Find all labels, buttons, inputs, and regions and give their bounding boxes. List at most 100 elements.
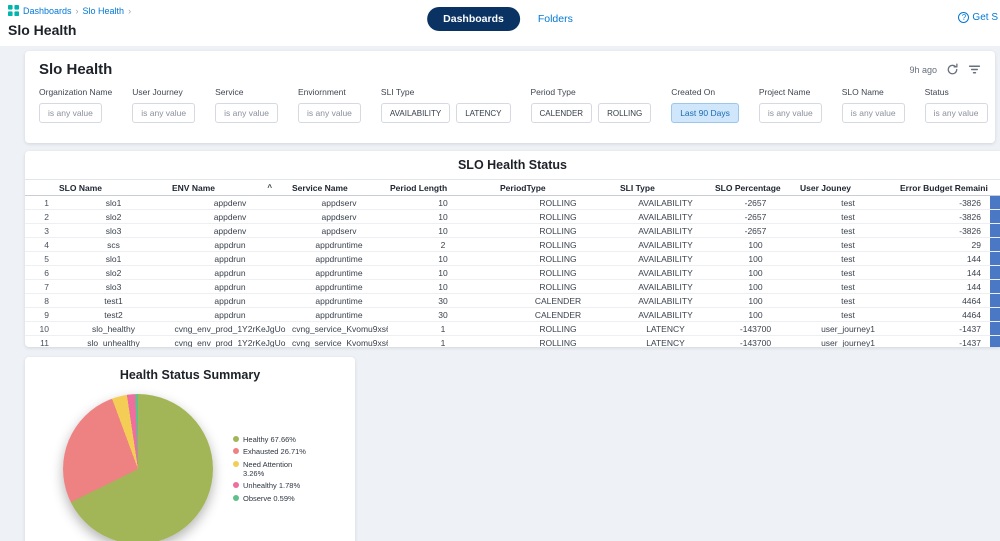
filter-value-user-journey[interactable]: is any value: [132, 103, 195, 123]
legend-label: Need Attention 3.26%: [243, 460, 313, 479]
app: Dashboards › Slo Health › Slo Health Das…: [0, 0, 1000, 541]
cell-period-length: 10: [388, 280, 498, 294]
cell-error-budget-remaining: -3826: [898, 224, 988, 238]
cell-service-name: cvng_service_Kvomu9xs6c: [290, 322, 388, 336]
cell-service-name: appdruntime: [290, 238, 388, 252]
row-indicator: [990, 294, 1000, 307]
cell-sli-type: AVAILABILITY: [618, 252, 713, 266]
filter-value-enviornment[interactable]: is any value: [298, 103, 361, 123]
row-number: 2: [25, 210, 57, 224]
legend-swatch: [233, 495, 239, 501]
column-header-service-name[interactable]: Service Name: [290, 180, 388, 196]
row-number: 10: [25, 322, 57, 336]
column-header-slo-percentage[interactable]: SLO Percentage: [713, 180, 798, 196]
cell-error-budget-remaining: 144: [898, 266, 988, 280]
cell-periodtype: ROLLING: [498, 238, 618, 252]
tab-folders[interactable]: Folders: [538, 13, 573, 25]
cell-user-jouney: test: [798, 266, 898, 280]
filter-value-created-on[interactable]: Last 90 Days: [671, 103, 739, 123]
cell-env-name: appdrun: [170, 266, 290, 280]
row-indicator-cell: [988, 308, 1000, 322]
cell-periodtype: ROLLING: [498, 280, 618, 294]
breadcrumb-slo-health[interactable]: Slo Health: [83, 6, 125, 16]
row-number: 8: [25, 294, 57, 308]
column-header-slo-name[interactable]: SLO Name: [57, 180, 170, 196]
dashboards-grid-icon[interactable]: [8, 5, 19, 16]
cell-user-jouney: test: [798, 238, 898, 252]
breadcrumb: Dashboards › Slo Health ›: [8, 5, 131, 16]
legend-label: Observe 0.59%: [243, 494, 295, 503]
cell-service-name: appdruntime: [290, 294, 388, 308]
question-icon: ?: [958, 12, 969, 23]
table-header: SLO NameENV Name^Service NamePeriod Leng…: [25, 180, 1000, 196]
cell-period-length: 10: [388, 210, 498, 224]
table-header-row: SLO NameENV Name^Service NamePeriod Leng…: [25, 180, 1000, 196]
cell-user-jouney: test: [798, 280, 898, 294]
column-header-user-jouney[interactable]: User Jouney: [798, 180, 898, 196]
filter-value-project-name[interactable]: is any value: [759, 103, 822, 123]
cell-env-name: appdrun: [170, 294, 290, 308]
cell-env-name: appdrun: [170, 252, 290, 266]
cell-periodtype: ROLLING: [498, 336, 618, 348]
row-indicator-cell: [988, 210, 1000, 224]
cell-error-budget-remaining: 144: [898, 252, 988, 266]
cell-error-budget-remaining: -3826: [898, 210, 988, 224]
cell-service-name: cvng_service_Kvomu9xs6c: [290, 336, 388, 348]
filter-option-rolling[interactable]: ROLLING: [598, 103, 651, 123]
column-header-env-name[interactable]: ENV Name^: [170, 180, 290, 196]
filter-option-availability[interactable]: AVAILABILITY: [381, 103, 450, 123]
cell-slo-name: slo3: [57, 224, 170, 238]
health-summary-panel: Health Status Summary Healthy 67.66%Exha…: [25, 357, 355, 541]
refresh-icon[interactable]: [946, 63, 959, 76]
row-number: 11: [25, 336, 57, 348]
pie-chart[interactable]: [63, 394, 213, 541]
cell-periodtype: ROLLING: [498, 266, 618, 280]
tab-dashboards[interactable]: Dashboards: [427, 7, 520, 31]
cell-slo-percentage: 100: [713, 280, 798, 294]
table-title: SLO Health Status: [25, 158, 1000, 172]
cell-error-budget-remaining: 144: [898, 280, 988, 294]
cell-service-name: appdserv: [290, 196, 388, 210]
filter-value-organization-name[interactable]: is any value: [39, 103, 102, 123]
slo-health-table: SLO NameENV Name^Service NamePeriod Leng…: [25, 179, 1000, 347]
cell-slo-percentage: -143700: [713, 322, 798, 336]
cell-error-budget-remaining: 29: [898, 238, 988, 252]
cell-sli-type: AVAILABILITY: [618, 266, 713, 280]
dashboard-content: Slo Health 9h ago Organization Nameis an…: [0, 46, 1000, 541]
sort-asc-icon: ^: [267, 183, 272, 192]
filter-value-service[interactable]: is any value: [215, 103, 278, 123]
filter-enviornment: Enviornmentis any value: [298, 87, 361, 123]
filter-period-type: Period TypeCALENDERROLLING: [531, 87, 652, 123]
filter-icon[interactable]: [968, 63, 981, 76]
cell-user-jouney: user_journey1: [798, 322, 898, 336]
filter-value-slo-name[interactable]: is any value: [842, 103, 905, 123]
cell-sli-type: AVAILABILITY: [618, 210, 713, 224]
column-header-period-length[interactable]: Period Length: [388, 180, 498, 196]
breadcrumb-dashboards[interactable]: Dashboards: [23, 6, 72, 16]
cell-slo-name: slo_unhealthy: [57, 336, 170, 348]
cell-period-length: 10: [388, 266, 498, 280]
column-header-sli-type[interactable]: SLI Type: [618, 180, 713, 196]
legend-swatch: [233, 461, 239, 467]
table-row: 5slo1appdrunappdruntime10ROLLINGAVAILABI…: [25, 252, 1000, 266]
row-indicator: [990, 322, 1000, 335]
cell-slo-name: slo1: [57, 196, 170, 210]
row-indicator: [990, 224, 1000, 237]
cell-slo-percentage: -2657: [713, 210, 798, 224]
cell-user-jouney: user_journey1: [798, 336, 898, 348]
cell-slo-name: test2: [57, 308, 170, 322]
get-started-link[interactable]: ? Get S: [958, 12, 998, 23]
column-header-periodtype[interactable]: PeriodType: [498, 180, 618, 196]
row-indicator-cell: [988, 294, 1000, 308]
row-indicator: [990, 266, 1000, 279]
filter-option-calender[interactable]: CALENDER: [531, 103, 593, 123]
cell-slo-percentage: 100: [713, 308, 798, 322]
cell-sli-type: AVAILABILITY: [618, 238, 713, 252]
cell-env-name: appdenv: [170, 210, 290, 224]
cell-period-length: 1: [388, 336, 498, 348]
cell-slo-name: scs: [57, 238, 170, 252]
filter-value-status[interactable]: is any value: [925, 103, 988, 123]
column-header-error-budget-remaining[interactable]: Error Budget Remaining: [898, 180, 988, 196]
filter-option-latency[interactable]: LATENCY: [456, 103, 510, 123]
legend-item-observe: Observe 0.59%: [233, 494, 313, 503]
